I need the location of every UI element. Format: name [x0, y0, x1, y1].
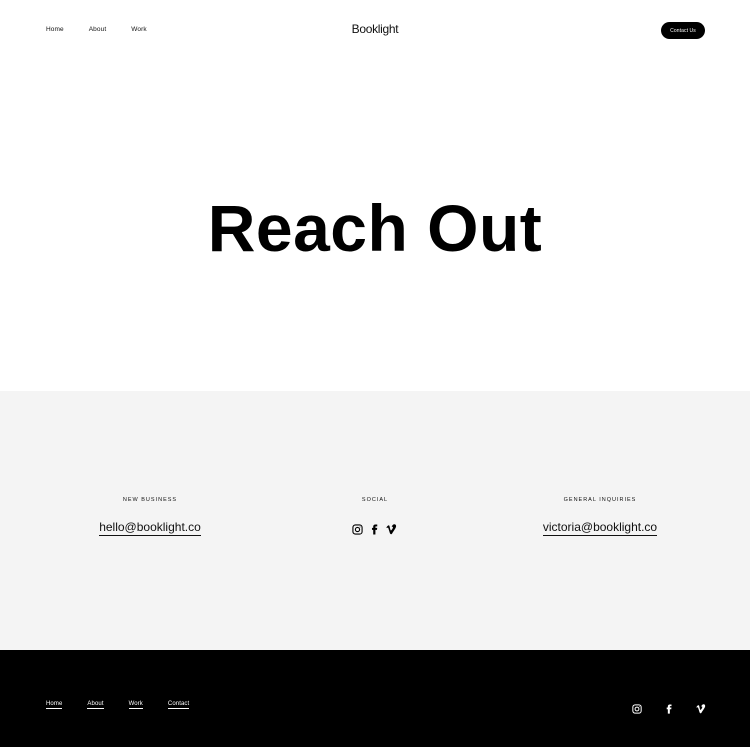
new-business-email-wrapper: hello@booklight.co — [25, 520, 275, 536]
footer-home-link[interactable]: Home — [46, 701, 63, 709]
instagram-icon[interactable] — [632, 704, 642, 714]
instagram-icon[interactable] — [352, 524, 363, 535]
vimeo-icon[interactable] — [386, 524, 397, 535]
contact-us-button[interactable]: Contact Us — [661, 22, 705, 39]
brand-logo[interactable]: Booklight — [0, 22, 750, 36]
social-icons — [352, 524, 403, 535]
general-inquiries-email-link[interactable]: victoria@booklight.co — [542, 520, 658, 536]
vimeo-icon[interactable] — [696, 704, 706, 714]
general-email-wrapper: victoria@booklight.co — [475, 520, 725, 536]
contact-section: NEW BUSINESS hello@booklight.co SOCIAL G… — [0, 391, 750, 650]
footer-about-link[interactable]: About — [87, 701, 104, 709]
page: Home About Work Booklight Contact Us Rea… — [0, 0, 750, 747]
page-title: Reach Out — [207, 191, 543, 265]
new-business-heading: NEW BUSINESS — [122, 497, 178, 503]
social-heading: SOCIAL — [361, 497, 389, 503]
footer-nav: Home About Work Contact — [46, 701, 214, 709]
footer-contact-link[interactable]: Contact — [167, 701, 190, 709]
new-business-email-link[interactable]: hello@booklight.co — [99, 520, 201, 536]
footer-social-icons — [632, 704, 706, 714]
general-inquiries-heading: GENERAL INQUIRIES — [563, 497, 637, 503]
footer-work-link[interactable]: Work — [128, 701, 143, 709]
site-header: Home About Work Booklight Contact Us — [0, 0, 750, 62]
facebook-icon[interactable] — [664, 704, 674, 714]
facebook-icon[interactable] — [369, 524, 380, 535]
site-footer: Home About Work Contact — [0, 650, 750, 747]
